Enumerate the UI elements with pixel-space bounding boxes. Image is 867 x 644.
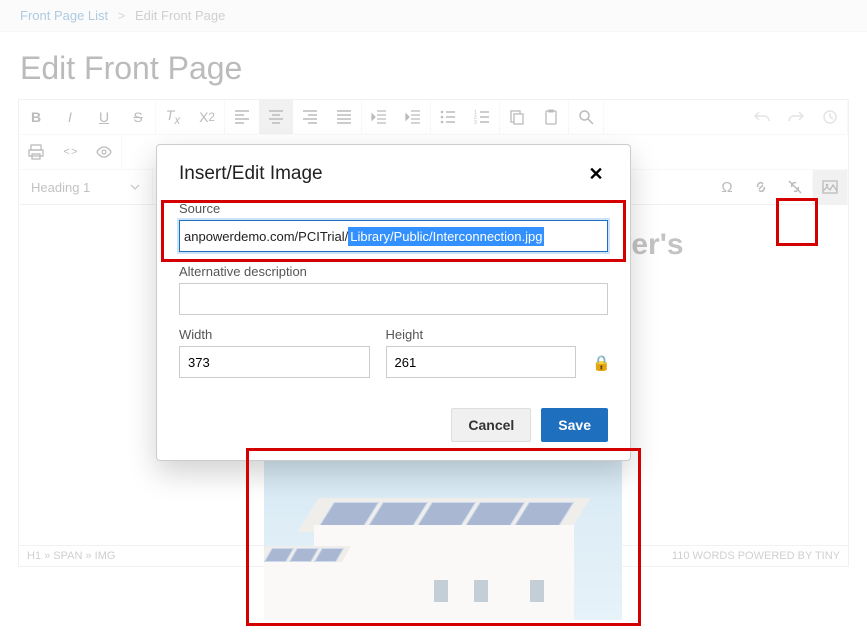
source-label: Source xyxy=(179,201,608,216)
width-input[interactable] xyxy=(179,346,370,378)
cancel-button[interactable]: Cancel xyxy=(451,408,531,442)
width-label: Width xyxy=(179,327,370,342)
save-button[interactable]: Save xyxy=(541,408,608,442)
dialog-title: Insert/Edit Image xyxy=(179,163,323,185)
insert-image-dialog: Insert/Edit Image ✕ Source anpowerdemo.c… xyxy=(156,144,631,461)
height-input[interactable] xyxy=(386,346,577,378)
alt-label: Alternative description xyxy=(179,264,608,279)
source-selection: Library/Public/Interconnection.jpg xyxy=(348,227,544,246)
alt-input[interactable] xyxy=(179,283,608,315)
height-label: Height xyxy=(386,327,577,342)
lock-aspect-icon[interactable]: 🔒 xyxy=(592,354,608,378)
source-input[interactable]: anpowerdemo.com/PCITrial/Library/Public/… xyxy=(179,220,608,252)
close-icon[interactable]: ✕ xyxy=(584,164,608,185)
